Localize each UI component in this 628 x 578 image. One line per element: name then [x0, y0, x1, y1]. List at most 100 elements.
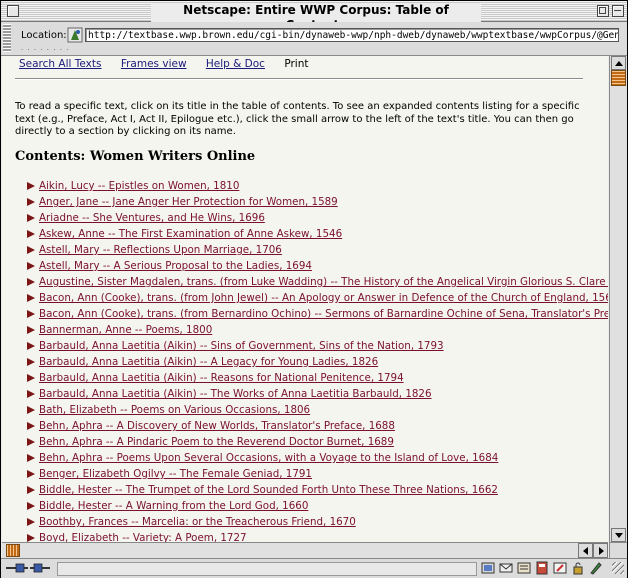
navigator-icon[interactable] — [481, 561, 495, 575]
expand-arrow-icon[interactable] — [27, 214, 35, 222]
text-title-link[interactable]: Barbauld, Anna Laetitia (Aikin) -- Reaso… — [39, 372, 404, 384]
list-item: Aikin, Lucy -- Epistles on Women, 1810 — [27, 178, 608, 194]
text-title-link[interactable]: Askew, Anne -- The First Examination of … — [39, 228, 342, 240]
help-doc-link[interactable]: Help & Doc — [206, 58, 265, 70]
text-title-link[interactable]: Astell, Mary -- A Serious Proposal to th… — [39, 260, 312, 272]
expand-arrow-icon[interactable] — [27, 246, 35, 254]
text-title-link[interactable]: Barbauld, Anna Laetitia (Aikin) -- The W… — [39, 388, 432, 400]
print-label: Print — [284, 58, 309, 70]
expand-arrow-icon[interactable] — [27, 518, 35, 526]
list-item: Bacon, Ann (Cooke), trans. (from Bernard… — [27, 306, 608, 322]
list-item: Barbauld, Anna Laetitia (Aikin) -- Sins … — [27, 338, 608, 354]
collapse-box-icon[interactable] — [612, 5, 624, 17]
list-item: Behn, Aphra -- A Pindaric Poem to the Re… — [27, 434, 608, 450]
page-content: Search All Texts Frames view Help & Doc … — [2, 56, 608, 542]
toolbar-grip[interactable] — [3, 24, 11, 52]
list-item: Benger, Elizabeth Ogilvy -- The Female G… — [27, 466, 608, 482]
security-lock-icon[interactable] — [571, 561, 585, 575]
horizontal-scrollbar[interactable] — [2, 542, 608, 558]
expand-arrow-icon[interactable] — [27, 486, 35, 494]
scroll-right-icon[interactable] — [593, 543, 608, 558]
expand-arrow-icon[interactable] — [27, 422, 35, 430]
list-item: Barbauld, Anna Laetitia (Aikin) -- A Leg… — [27, 354, 608, 370]
expand-arrow-icon[interactable] — [27, 374, 35, 382]
expand-arrow-icon[interactable] — [27, 438, 35, 446]
status-bar — [1, 558, 627, 578]
newsgroups-icon[interactable] — [517, 561, 531, 575]
address-book-icon[interactable] — [535, 561, 549, 575]
expand-arrow-icon[interactable] — [27, 406, 35, 414]
text-title-link[interactable]: Augustine, Sister Magdalen, trans. (from… — [39, 276, 608, 288]
instructions-text: To read a specific text, click on its ti… — [15, 101, 580, 137]
page-heading: Contents: Women Writers Online — [15, 149, 256, 164]
expand-arrow-icon[interactable] — [27, 310, 35, 318]
status-message — [57, 562, 477, 576]
expand-arrow-icon[interactable] — [27, 198, 35, 206]
composer-icon[interactable] — [553, 561, 567, 575]
expand-arrow-icon[interactable] — [27, 262, 35, 270]
list-item: Barbauld, Anna Laetitia (Aikin) -- The W… — [27, 386, 608, 402]
text-title-link[interactable]: Biddle, Hester -- A Warning from the Lor… — [39, 500, 308, 512]
list-item: Bath, Elizabeth -- Poems on Various Occa… — [27, 402, 608, 418]
title-bar[interactable]: Netscape: Entire WWP Corpus: Table of Co… — [1, 1, 627, 33]
text-title-link[interactable]: Behn, Aphra -- A Pindaric Poem to the Re… — [39, 436, 394, 448]
text-title-link[interactable]: Biddle, Hester -- The Trumpet of the Lor… — [39, 484, 498, 496]
expand-arrow-icon[interactable] — [27, 182, 35, 190]
netscape-location-icon[interactable] — [67, 27, 83, 43]
list-item: Ariadne -- She Ventures, and He Wins, 16… — [27, 210, 608, 226]
expand-arrow-icon[interactable] — [27, 278, 35, 286]
expand-arrow-icon[interactable] — [27, 326, 35, 334]
text-title-link[interactable]: Barbauld, Anna Laetitia (Aikin) -- Sins … — [39, 340, 444, 352]
expand-arrow-icon[interactable] — [27, 230, 35, 238]
text-title-link[interactable]: Benger, Elizabeth Ogilvy -- The Female G… — [39, 468, 312, 480]
location-label: Location: — [21, 30, 67, 41]
expand-arrow-icon[interactable] — [27, 294, 35, 302]
list-item: Boothby, Frances -- Marcelia: or the Tre… — [27, 514, 608, 530]
connection-plug-icon — [6, 563, 50, 573]
text-title-link[interactable]: Boothby, Frances -- Marcelia: or the Tre… — [39, 516, 356, 528]
text-title-link[interactable]: Bath, Elizabeth -- Poems on Various Occa… — [39, 404, 310, 416]
pen-icon[interactable] — [589, 561, 603, 575]
resize-grip-icon[interactable] — [612, 562, 624, 574]
scrollbar-corner — [609, 542, 627, 559]
list-item: Biddle, Hester -- A Warning from the Lor… — [27, 498, 608, 514]
expand-arrow-icon[interactable] — [27, 342, 35, 350]
horizontal-scroll-thumb[interactable] — [6, 544, 20, 557]
vertical-scrollbar[interactable] — [609, 56, 627, 542]
text-title-link[interactable]: Aikin, Lucy -- Epistles on Women, 1810 — [39, 180, 239, 192]
list-item: Askew, Anne -- The First Examination of … — [27, 226, 608, 242]
text-title-link[interactable]: Barbauld, Anna Laetitia (Aikin) -- A Leg… — [39, 356, 378, 368]
text-title-link[interactable]: Bacon, Ann (Cooke), trans. (from Bernard… — [39, 308, 608, 320]
text-title-link[interactable]: Ariadne -- She Ventures, and He Wins, 16… — [39, 212, 265, 224]
expand-arrow-icon[interactable] — [27, 534, 35, 542]
expand-arrow-icon[interactable] — [27, 454, 35, 462]
scroll-left-icon[interactable] — [578, 543, 593, 558]
mail-icon[interactable] — [499, 561, 513, 575]
expand-arrow-icon[interactable] — [27, 470, 35, 478]
expand-arrow-icon[interactable] — [27, 502, 35, 510]
list-item: Astell, Mary -- A Serious Proposal to th… — [27, 258, 608, 274]
zoom-box-icon[interactable] — [597, 5, 609, 17]
text-title-link[interactable]: Anger, Jane -- Jane Anger Her Protection… — [39, 196, 338, 208]
frames-view-link[interactable]: Frames view — [121, 58, 187, 70]
search-all-texts-link[interactable]: Search All Texts — [19, 58, 101, 70]
scroll-up-icon[interactable] — [611, 56, 626, 70]
text-title-link[interactable]: Bacon, Ann (Cooke), trans. (from John Je… — [39, 292, 608, 304]
divider — [15, 78, 583, 80]
toolbar-dots: · · · · · · · · — [21, 46, 70, 54]
text-title-link[interactable]: Bannerman, Anne -- Poems, 1800 — [39, 324, 212, 336]
top-navigation: Search All Texts Frames view Help & Doc … — [19, 58, 324, 70]
list-item: Behn, Aphra -- A Discovery of New Worlds… — [27, 418, 608, 434]
expand-arrow-icon[interactable] — [27, 390, 35, 398]
text-title-link[interactable]: Behn, Aphra -- Poems Upon Several Occasi… — [39, 452, 498, 464]
text-title-link[interactable]: Boyd, Elizabeth -- Variety: A Poem, 1727 — [39, 532, 247, 542]
url-field[interactable]: http://textbase.wwp.brown.edu/cgi-bin/dy… — [85, 28, 619, 42]
list-item: Bacon, Ann (Cooke), trans. (from John Je… — [27, 290, 608, 306]
vertical-scroll-thumb[interactable] — [611, 70, 626, 86]
text-title-link[interactable]: Behn, Aphra -- A Discovery of New Worlds… — [39, 420, 395, 432]
expand-arrow-icon[interactable] — [27, 358, 35, 366]
list-item: Barbauld, Anna Laetitia (Aikin) -- Reaso… — [27, 370, 608, 386]
close-box-icon[interactable] — [7, 5, 19, 17]
text-title-link[interactable]: Astell, Mary -- Reflections Upon Marriag… — [39, 244, 282, 256]
scroll-down-icon[interactable] — [611, 528, 626, 542]
